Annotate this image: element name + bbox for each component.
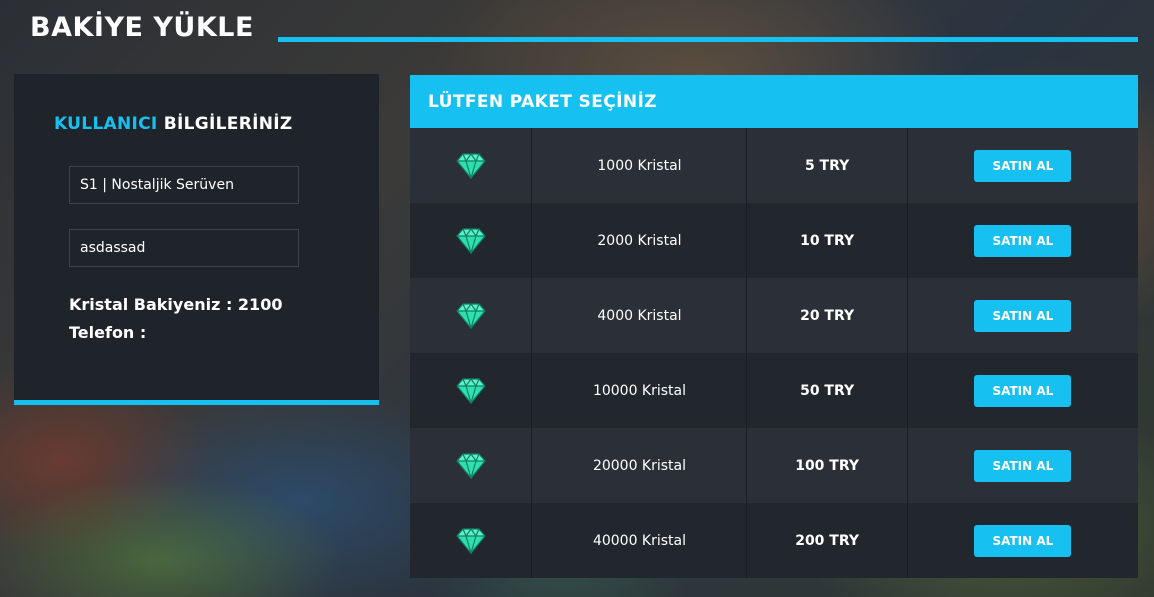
- package-row: 2000 Kristal 10 TRY SATIN AL: [410, 203, 1138, 278]
- package-price: 5 TRY: [746, 128, 908, 203]
- user-info-heading: KULLANICI BİLGİLERİNİZ: [54, 114, 293, 134]
- package-name: 4000 Kristal: [531, 278, 748, 353]
- phone-label: Telefon :: [69, 323, 147, 342]
- buy-button[interactable]: SATIN AL: [974, 524, 1072, 557]
- package-price: 200 TRY: [746, 503, 908, 578]
- package-row: 4000 Kristal 20 TRY SATIN AL: [410, 278, 1138, 353]
- package-name: 40000 Kristal: [531, 503, 748, 578]
- packages-table: 1000 Kristal 5 TRY SATIN AL 2000 Kristal…: [410, 128, 1138, 578]
- crystal-balance: Kristal Bakiyeniz : 2100: [69, 295, 283, 314]
- buy-button[interactable]: SATIN AL: [974, 224, 1072, 257]
- package-action-cell: SATIN AL: [907, 428, 1138, 503]
- package-name: 20000 Kristal: [531, 428, 748, 503]
- package-action-cell: SATIN AL: [907, 278, 1138, 353]
- buy-button[interactable]: SATIN AL: [974, 149, 1072, 182]
- page-title: BAKİYE YÜKLE: [30, 12, 254, 43]
- package-icon-cell: [410, 428, 533, 503]
- package-name: 10000 Kristal: [531, 353, 748, 428]
- package-name: 2000 Kristal: [531, 203, 748, 278]
- package-action-cell: SATIN AL: [907, 128, 1138, 203]
- package-price: 100 TRY: [746, 428, 908, 503]
- package-row: 1000 Kristal 5 TRY SATIN AL: [410, 128, 1138, 203]
- packages-heading: LÜTFEN PAKET SEÇİNİZ: [410, 75, 1138, 128]
- package-action-cell: SATIN AL: [907, 353, 1138, 428]
- packages-panel: LÜTFEN PAKET SEÇİNİZ 1000 Kristal 5 TRY …: [410, 75, 1138, 578]
- package-action-cell: SATIN AL: [907, 203, 1138, 278]
- user-info-panel: KULLANICI BİLGİLERİNİZ Kristal Bakiyeniz…: [14, 74, 379, 405]
- package-row: 10000 Kristal 50 TRY SATIN AL: [410, 353, 1138, 428]
- package-icon-cell: [410, 503, 533, 578]
- server-field[interactable]: [69, 166, 299, 204]
- buy-button[interactable]: SATIN AL: [974, 299, 1072, 332]
- package-row: 40000 Kristal 200 TRY SATIN AL: [410, 503, 1138, 578]
- heading-rest: BİLGİLERİNİZ: [163, 114, 293, 134]
- buy-button[interactable]: SATIN AL: [974, 449, 1072, 482]
- heading-accent: KULLANICI: [54, 114, 158, 134]
- buy-button[interactable]: SATIN AL: [974, 374, 1072, 407]
- package-icon-cell: [410, 203, 533, 278]
- package-row: 20000 Kristal 100 TRY SATIN AL: [410, 428, 1138, 503]
- diamond-icon: [455, 227, 486, 255]
- package-action-cell: SATIN AL: [907, 503, 1138, 578]
- diamond-icon: [455, 302, 486, 330]
- diamond-icon: [455, 152, 486, 180]
- username-field[interactable]: [69, 229, 299, 267]
- package-icon-cell: [410, 128, 533, 203]
- package-icon-cell: [410, 353, 533, 428]
- diamond-icon: [455, 452, 486, 480]
- package-icon-cell: [410, 278, 533, 353]
- diamond-icon: [455, 377, 486, 405]
- package-name: 1000 Kristal: [531, 128, 748, 203]
- diamond-icon: [455, 527, 486, 555]
- package-price: 10 TRY: [746, 203, 908, 278]
- title-underline: [278, 37, 1138, 42]
- package-price: 20 TRY: [746, 278, 908, 353]
- package-price: 50 TRY: [746, 353, 908, 428]
